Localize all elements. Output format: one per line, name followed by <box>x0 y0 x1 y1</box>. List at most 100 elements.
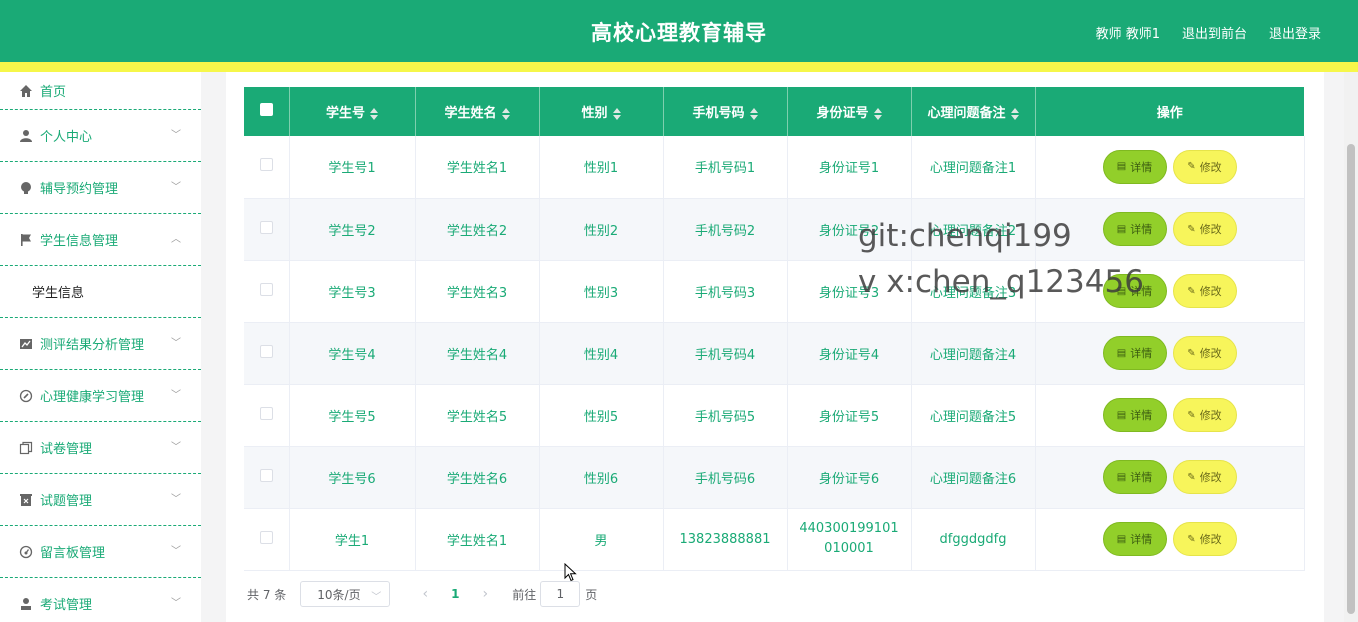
student-name-cell: 学生姓名1 <box>415 508 540 571</box>
sidebar-item-label: 试卷管理 <box>40 442 93 457</box>
column-header-gender[interactable]: 性别 <box>539 87 664 136</box>
chevron-down-icon: ﹀ <box>171 338 181 349</box>
row-checkbox[interactable] <box>259 344 273 358</box>
sidebar-item-label: 考试管理 <box>40 598 93 613</box>
edit-button[interactable]: ✎ 修改 <box>1172 336 1237 370</box>
sort-icon[interactable] <box>612 107 621 120</box>
actions-cell: ▤ 详情 ✎ 修改 <box>1035 322 1305 385</box>
chevron-down-icon: ﹀ <box>171 442 181 453</box>
sidebar-item-label: 首页 <box>40 85 67 100</box>
student-name-cell: 学生姓名6 <box>415 446 540 509</box>
page-suffix-label: 页 <box>585 587 598 602</box>
sidebar-item-health-learning[interactable]: 心理健康学习管理 ﹀ <box>0 370 201 422</box>
detail-button[interactable]: ▤ 详情 <box>1102 398 1167 432</box>
student-no-cell: 学生号6 <box>289 446 416 509</box>
row-select-cell[interactable] <box>244 446 290 509</box>
row-select-cell[interactable] <box>244 260 290 323</box>
scrollbar[interactable] <box>1344 72 1358 622</box>
edit-button[interactable]: ✎ 修改 <box>1172 149 1237 184</box>
table-row[interactable]: 学生号5 学生姓名5 性别5 手机号码5 身份证号5 心理问题备注5 ▤ 详情 ✎ 修改 <box>244 384 1305 447</box>
page-number-current[interactable]: 1 <box>440 587 470 601</box>
edit-button[interactable]: ✎ 修改 <box>1172 522 1237 556</box>
sidebar-item-label: 留言板管理 <box>40 546 106 561</box>
student-no-cell: 学生号3 <box>289 260 416 323</box>
row-select-cell[interactable] <box>244 322 290 385</box>
remark-cell: 心理问题备注4 <box>911 322 1036 385</box>
row-checkbox[interactable] <box>259 158 273 172</box>
row-checkbox[interactable] <box>259 468 273 482</box>
select-all-cell[interactable] <box>244 87 290 136</box>
edit-button[interactable]: ✎ 修改 <box>1172 212 1237 246</box>
sidebar-subitem-student-info[interactable]: 学生信息 <box>0 266 201 318</box>
table-row[interactable]: 学生号6 学生姓名6 性别6 手机号码6 身份证号6 心理问题备注6 ▤ 详情 ✎ 修改 <box>244 446 1305 509</box>
table-row[interactable]: 学生号4 学生姓名4 性别4 手机号码4 身份证号4 心理问题备注4 ▤ 详情 ✎ 修改 <box>244 322 1305 385</box>
row-checkbox[interactable] <box>259 220 273 234</box>
next-page-icon[interactable]: › <box>470 586 500 602</box>
detail-button[interactable]: ▤ 详情 <box>1102 460 1167 494</box>
chevron-down-icon: ﹀ <box>171 546 181 557</box>
student-no-cell: 学生号2 <box>289 198 416 261</box>
sort-icon[interactable] <box>873 107 882 120</box>
document-icon: ▤ <box>1116 471 1127 483</box>
top-header: 高校心理教育辅导 教师 教师1 退出到前台 退出登录 <box>0 0 1358 62</box>
id-card-cell: 身份证号6 <box>787 446 912 509</box>
sidebar-item-question-mgmt[interactable]: 试题管理 ﹀ <box>0 474 201 526</box>
row-select-cell[interactable] <box>244 198 290 261</box>
prev-page-icon[interactable]: ‹ <box>410 586 440 602</box>
sidebar-item-home[interactable]: 首页 <box>0 72 201 110</box>
sidebar-item-appointment[interactable]: 辅导预约管理 ﹀ <box>0 162 201 214</box>
goto-page-input[interactable]: 1 <box>540 581 581 607</box>
row-checkbox[interactable] <box>259 282 273 296</box>
edit-icon: ✎ <box>1187 409 1196 421</box>
table-row[interactable]: 学生号2 学生姓名2 性别2 手机号码2 身份证号2 心理问题备注2 ▤ 详情 ✎ 修改 <box>244 198 1305 261</box>
sidebar-item-student-info-mgmt[interactable]: 学生信息管理 ︿ <box>0 214 201 266</box>
edit-button[interactable]: ✎ 修改 <box>1172 274 1237 308</box>
column-header-remark[interactable]: 心理问题备注 <box>911 87 1036 136</box>
sidebar-item-personal-center[interactable]: 个人中心 ﹀ <box>0 110 201 162</box>
table-row[interactable]: 学生号1 学生姓名1 性别1 手机号码1 身份证号1 心理问题备注1 ▤ 详情 ✎ 修改 <box>244 136 1305 199</box>
column-header-phone[interactable]: 手机号码 <box>663 87 788 136</box>
sidebar-item-exam-mgmt[interactable]: 考试管理 ﹀ <box>0 578 201 622</box>
row-select-cell[interactable] <box>244 384 290 447</box>
gender-cell: 性别4 <box>539 322 664 385</box>
id-card-cell: 440300199101010001 <box>787 508 912 571</box>
actions-cell: ▤ 详情 ✎ 修改 <box>1035 198 1305 261</box>
sidebar-item-assessment-analysis[interactable]: 测评结果分析管理 ﹀ <box>0 318 201 370</box>
scrollbar-thumb[interactable] <box>1347 144 1355 614</box>
table-row[interactable]: 学生1 学生姓名1 男 13823888881 440300199101010001 df… <box>244 508 1305 571</box>
phone-cell: 手机号码2 <box>663 198 788 261</box>
detail-button[interactable]: ▤ 详情 <box>1102 336 1167 370</box>
row-checkbox[interactable] <box>259 530 273 544</box>
chevron-up-icon: ︿ <box>171 234 181 245</box>
chevron-down-icon: ﹀ <box>371 592 382 603</box>
exit-to-front-link[interactable]: 退出到前台 <box>1182 23 1247 42</box>
sort-icon[interactable] <box>501 107 510 120</box>
column-header-id-card[interactable]: 身份证号 <box>787 87 912 136</box>
sidebar-item-message-board[interactable]: 留言板管理 ﹀ <box>0 526 201 578</box>
detail-button[interactable]: ▤ 详情 <box>1102 522 1167 556</box>
row-select-cell[interactable] <box>244 136 290 199</box>
student-name-cell: 学生姓名2 <box>415 198 540 261</box>
remark-cell: 心理问题备注5 <box>911 384 1036 447</box>
logout-link[interactable]: 退出登录 <box>1269 23 1321 42</box>
bulb-icon <box>18 180 34 196</box>
document-icon: ▤ <box>1116 347 1127 359</box>
page-size-select[interactable]: 10条/页 ﹀ <box>300 581 391 607</box>
row-checkbox[interactable] <box>259 406 273 420</box>
delete-box-icon <box>18 492 34 508</box>
column-header-student-name[interactable]: 学生姓名 <box>415 87 540 136</box>
column-header-student-no[interactable]: 学生号 <box>289 87 416 136</box>
detail-button[interactable]: ▤ 详情 <box>1102 212 1167 246</box>
row-select-cell[interactable] <box>244 508 290 571</box>
table-row[interactable]: 学生号3 学生姓名3 性别3 手机号码3 身份证号3 心理问题备注3 ▤ 详情 ✎ 修改 <box>244 260 1305 323</box>
detail-button[interactable]: ▤ 详情 <box>1102 149 1167 184</box>
edit-button[interactable]: ✎ 修改 <box>1172 398 1237 432</box>
edit-button[interactable]: ✎ 修改 <box>1172 460 1237 494</box>
sort-icon[interactable] <box>1010 107 1019 120</box>
id-card-cell: 身份证号1 <box>787 136 912 199</box>
student-name-cell: 学生姓名1 <box>415 136 540 199</box>
sidebar-item-paper-mgmt[interactable]: 试卷管理 ﹀ <box>0 422 201 474</box>
select-all-checkbox[interactable] <box>259 103 273 116</box>
sort-icon[interactable] <box>749 107 758 120</box>
sort-icon[interactable] <box>370 107 378 120</box>
